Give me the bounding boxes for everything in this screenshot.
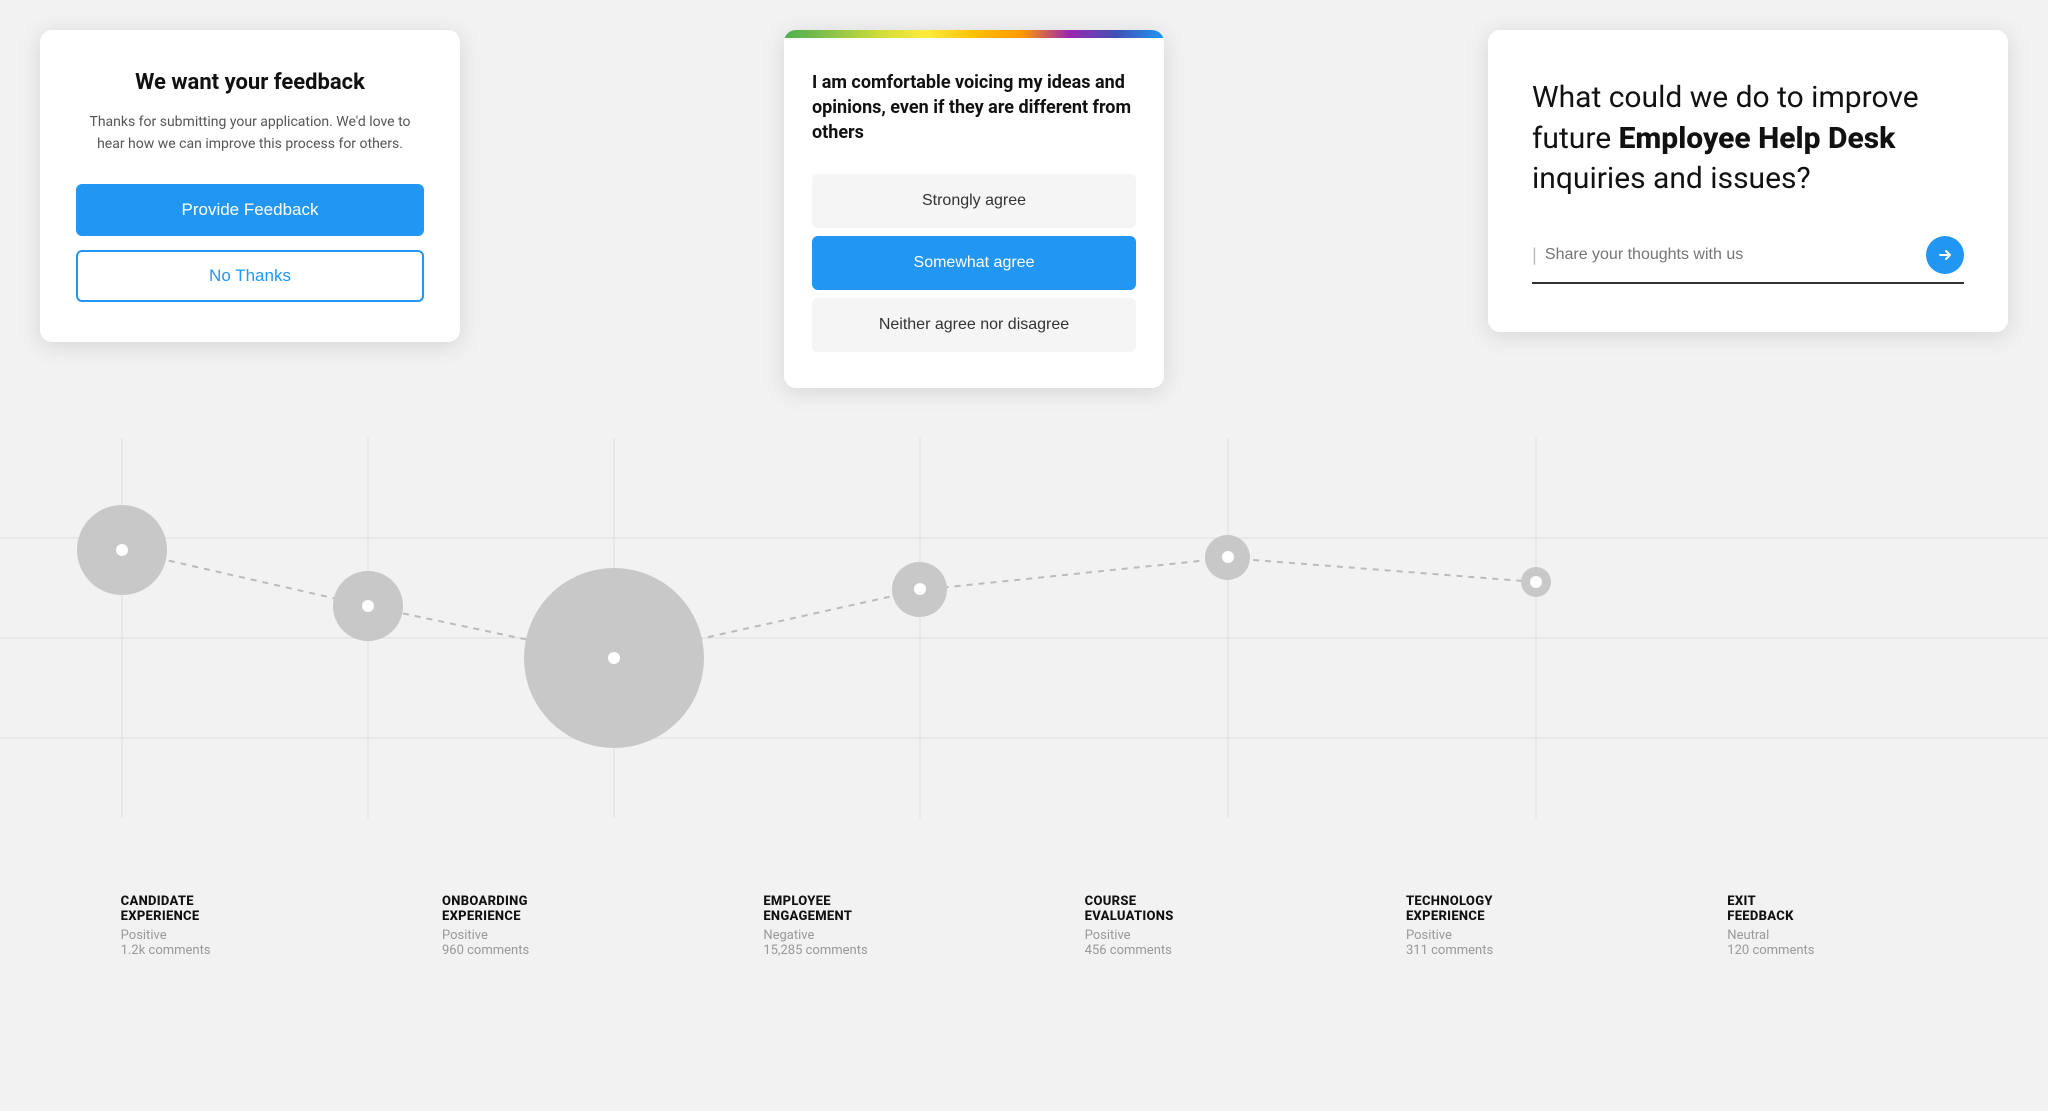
input-pipe-icon: | bbox=[1532, 243, 1537, 267]
bubble-course[interactable] bbox=[892, 562, 947, 617]
survey-question: I am comfortable voicing my ideas and op… bbox=[812, 70, 1136, 146]
survey-option-strongly-agree[interactable]: Strongly agree bbox=[812, 174, 1136, 228]
bubble-dot-employee bbox=[608, 652, 620, 664]
label-employee-title: EMPLOYEEENGAGEMENT bbox=[763, 894, 963, 924]
survey-option-neither[interactable]: Neither agree nor disagree bbox=[812, 298, 1136, 352]
feedback-card: We want your feedback Thanks for submitt… bbox=[40, 30, 460, 342]
label-candidate-comments: 1.2k comments bbox=[121, 943, 321, 958]
provide-feedback-button[interactable]: Provide Feedback bbox=[76, 184, 424, 236]
heading-end: inquiries and issues? bbox=[1532, 161, 1811, 196]
label-technology-sentiment: Positive bbox=[1406, 928, 1606, 943]
no-thanks-button[interactable]: No Thanks bbox=[76, 250, 424, 302]
feedback-title: We want your feedback bbox=[76, 70, 424, 95]
label-technology-comments: 311 comments bbox=[1406, 943, 1606, 958]
chart-area: CANDIDATEEXPERIENCE Positive 1.2k commen… bbox=[0, 438, 2048, 958]
chart-svg bbox=[0, 438, 2048, 838]
submit-feedback-button[interactable] bbox=[1926, 236, 1964, 274]
label-employee-comments: 15,285 comments bbox=[763, 943, 963, 958]
label-onboarding-title: ONBOARDINGEXPERIENCE bbox=[442, 894, 642, 924]
feedback-input-row: | bbox=[1532, 236, 1964, 284]
label-employee: EMPLOYEEENGAGEMENT Negative 15,285 comme… bbox=[763, 894, 963, 958]
label-onboarding: ONBOARDINGEXPERIENCE Positive 960 commen… bbox=[442, 894, 642, 958]
label-candidate: CANDIDATEEXPERIENCE Positive 1.2k commen… bbox=[121, 894, 321, 958]
open-feedback-heading: What could we do to improve future Emplo… bbox=[1532, 78, 1964, 200]
bubble-dot-course bbox=[914, 583, 926, 595]
heading-bold: Employee Help Desk bbox=[1619, 121, 1896, 156]
feedback-text-input[interactable] bbox=[1545, 246, 1926, 264]
label-onboarding-comments: 960 comments bbox=[442, 943, 642, 958]
label-candidate-title: CANDIDATEEXPERIENCE bbox=[121, 894, 321, 924]
bubble-onboarding[interactable] bbox=[333, 571, 403, 641]
bubble-technology[interactable] bbox=[1205, 535, 1250, 580]
open-feedback-card: What could we do to improve future Emplo… bbox=[1488, 30, 2008, 332]
label-course-sentiment: Positive bbox=[1085, 928, 1285, 943]
bubble-dot-candidate bbox=[116, 544, 128, 556]
page-wrapper: We want your feedback Thanks for submitt… bbox=[0, 0, 2048, 1111]
label-onboarding-sentiment: Positive bbox=[442, 928, 642, 943]
bubble-candidate[interactable] bbox=[77, 505, 167, 595]
cards-row: We want your feedback Thanks for submitt… bbox=[0, 0, 2048, 418]
bubble-dot-onboarding bbox=[362, 600, 374, 612]
label-exit-comments: 120 comments bbox=[1727, 943, 1927, 958]
label-technology-title: TECHNOLOGYEXPERIENCE bbox=[1406, 894, 1606, 924]
bubble-employee[interactable] bbox=[524, 568, 704, 748]
label-course: COURSEEVALUATIONS Positive 456 comments bbox=[1085, 894, 1285, 958]
survey-inner: I am comfortable voicing my ideas and op… bbox=[784, 38, 1164, 388]
label-course-title: COURSEEVALUATIONS bbox=[1085, 894, 1285, 924]
survey-gradient-bar bbox=[784, 30, 1164, 38]
survey-card: I am comfortable voicing my ideas and op… bbox=[784, 30, 1164, 388]
label-candidate-sentiment: Positive bbox=[121, 928, 321, 943]
label-exit-sentiment: Neutral bbox=[1727, 928, 1927, 943]
arrow-right-icon bbox=[1937, 247, 1953, 263]
labels-row: CANDIDATEEXPERIENCE Positive 1.2k commen… bbox=[0, 894, 2048, 958]
label-technology: TECHNOLOGYEXPERIENCE Positive 311 commen… bbox=[1406, 894, 1606, 958]
bubble-dot-technology bbox=[1222, 551, 1234, 563]
feedback-description: Thanks for submitting your application. … bbox=[76, 111, 424, 156]
label-employee-sentiment: Negative bbox=[763, 928, 963, 943]
label-exit-title: EXITFEEDBACK bbox=[1727, 894, 1927, 924]
bubble-exit[interactable] bbox=[1521, 567, 1551, 597]
label-course-comments: 456 comments bbox=[1085, 943, 1285, 958]
survey-option-somewhat-agree[interactable]: Somewhat agree bbox=[812, 236, 1136, 290]
bubble-dot-exit bbox=[1530, 576, 1542, 588]
label-exit: EXITFEEDBACK Neutral 120 comments bbox=[1727, 894, 1927, 958]
